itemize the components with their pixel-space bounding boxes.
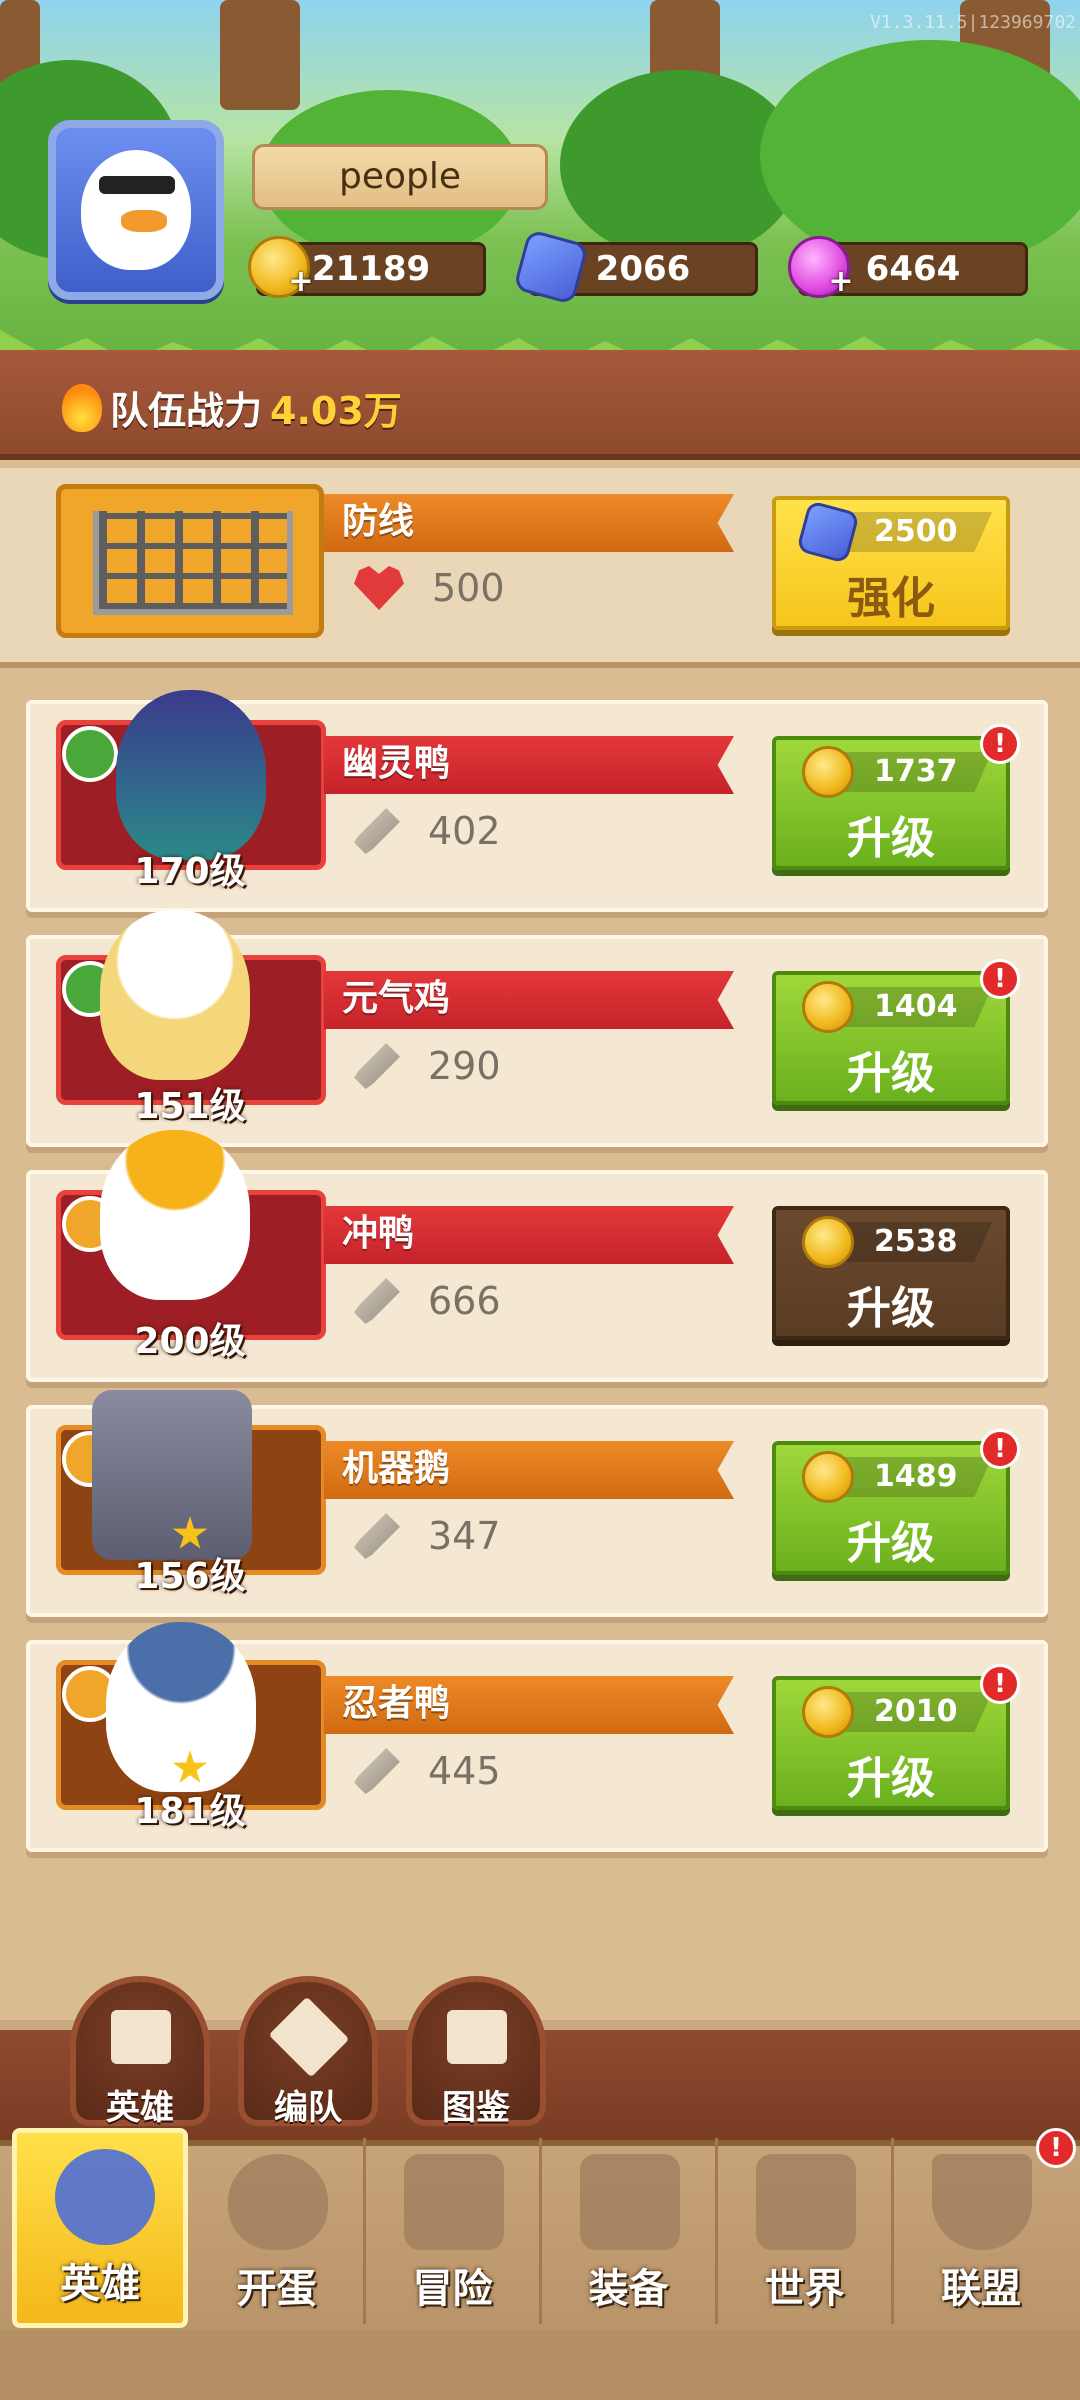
sub-tab-codex[interactable]: 图鉴 (406, 1976, 546, 2128)
hero-attack: 666 (354, 1278, 501, 1324)
nav-equipment[interactable]: 装备 (542, 2138, 718, 2324)
hero-duck-icon (55, 2149, 155, 2245)
alert-icon: ! (980, 1429, 1020, 1469)
hero-attack: 290 (354, 1043, 501, 1089)
nurse-chicken-character (100, 910, 250, 1080)
hero-level: 181级 (134, 1791, 246, 1832)
add-diamonds-icon[interactable]: + (828, 267, 854, 297)
hero-attack: 402 (354, 808, 501, 854)
hero-name: 机器鹅 (324, 1441, 734, 1499)
hero-attack-value: 445 (428, 1749, 501, 1793)
hero-name: 元气鸡 (324, 971, 734, 1029)
hero-attack-value: 402 (428, 809, 501, 853)
defense-upgrade-button[interactable]: 2500 强化 (772, 496, 1010, 630)
coin-icon (802, 1451, 854, 1503)
hero-level: 156级 (134, 1556, 246, 1597)
bush (760, 40, 1080, 270)
crossed-swords-icon (404, 2154, 504, 2250)
nav-egg[interactable]: 开蛋 (190, 2138, 366, 2324)
nav-alliance[interactable]: 联盟 (894, 2138, 1068, 2324)
nav-label: 冒险 (412, 2266, 493, 2312)
sub-tab-heroes[interactable]: 英雄 (70, 1976, 210, 2128)
list-icon (111, 2010, 171, 2064)
upgrade-button[interactable]: 2538 升级 (772, 1206, 1010, 1340)
hero-level: 170级 (134, 851, 246, 892)
heart-icon (354, 566, 404, 610)
hero-name: 冲鸭 (324, 1206, 734, 1264)
hero-name: 幽灵鸭 (324, 736, 734, 794)
hero-attack: 347 (354, 1513, 501, 1559)
nav-label: 联盟 (941, 2266, 1021, 2312)
map-icon (756, 2154, 856, 2250)
sword-icon (354, 808, 400, 854)
nav-world[interactable]: 世界 (718, 2138, 894, 2324)
version-label: V1.3.11.5|123969702 (870, 12, 1076, 33)
coin-icon (802, 981, 854, 1033)
sword-icon (354, 1043, 400, 1089)
hero-attack: 445 (354, 1748, 501, 1794)
tree-trunk (220, 0, 300, 110)
hero-attack-value: 290 (428, 1044, 501, 1088)
nav-label: 装备 (588, 2266, 669, 2312)
element-badge-icon (62, 726, 118, 782)
sub-tab-label: 图鉴 (442, 2088, 510, 2128)
nav-label: 开蛋 (236, 2266, 317, 2312)
defense-hp: 500 (354, 566, 505, 610)
alert-icon: ! (980, 724, 1020, 764)
upgrade-button[interactable]: 1737 升级 (772, 736, 1010, 870)
upgrade-label: 强化 (847, 573, 935, 624)
hero-level: 200级 (134, 1321, 246, 1362)
coin-icon (802, 746, 854, 798)
add-coins-icon[interactable]: + (288, 267, 314, 297)
rush-duck-character (100, 1130, 250, 1300)
hero-name: 忍者鸭 (324, 1676, 734, 1734)
robot-goose-character (92, 1390, 252, 1560)
sword-icon (354, 1513, 400, 1559)
upgrade-label: 升级 (847, 1518, 935, 1569)
nav-label: 世界 (764, 2266, 845, 2312)
sub-tab-label: 英雄 (106, 2088, 174, 2128)
upgrade-label: 升级 (847, 813, 935, 864)
egg-icon (228, 2154, 328, 2250)
player-avatar[interactable] (48, 120, 224, 300)
team-power-label: 队伍战力 (110, 389, 263, 433)
gate-icon (93, 511, 293, 615)
coin-icon (802, 1686, 854, 1738)
bottom-bar (0, 2330, 1080, 2400)
alert-icon: ! (980, 1664, 1020, 1704)
team-power: 队伍战力 4.03万 (62, 380, 402, 435)
player-name[interactable]: people (252, 144, 548, 210)
formation-icon (268, 1996, 350, 2078)
duck-avatar-icon (81, 150, 191, 270)
hero-attack-value: 347 (428, 1514, 501, 1558)
sub-tab-label: 编队 (274, 2088, 342, 2128)
gem-icon (796, 500, 860, 564)
sword-icon (354, 1748, 400, 1794)
upgrade-label: 升级 (847, 1753, 935, 1804)
upgrade-label: 升级 (847, 1283, 935, 1334)
nav-label: 英雄 (60, 2261, 140, 2307)
defense-name-banner: 防线 (324, 494, 734, 552)
defense-portrait[interactable] (56, 484, 324, 638)
upgrade-button[interactable]: 1489 升级 (772, 1441, 1010, 1575)
hero-attack-value: 666 (428, 1279, 501, 1323)
upgrade-button[interactable]: 1404 升级 (772, 971, 1010, 1105)
shield-icon (932, 2154, 1032, 2250)
nav-adventure[interactable]: 冒险 (366, 2138, 542, 2324)
defense-hp-value: 500 (432, 566, 505, 610)
nav-heroes[interactable]: 英雄 (12, 2128, 188, 2328)
upgrade-label: 升级 (847, 1048, 935, 1099)
alert-icon: ! (1036, 2128, 1076, 2168)
alert-icon: ! (980, 959, 1020, 999)
ghost-duck-character (116, 690, 266, 860)
sub-tab-formation[interactable]: 编队 (238, 1976, 378, 2128)
coin-icon (802, 1216, 854, 1268)
book-icon (447, 2010, 507, 2064)
upgrade-button[interactable]: 2010 升级 (772, 1676, 1010, 1810)
anvil-icon (580, 2154, 680, 2250)
team-power-value: 4.03万 (270, 389, 402, 433)
sword-icon (354, 1278, 400, 1324)
hero-level: 151级 (134, 1086, 246, 1127)
flame-icon (62, 383, 102, 432)
